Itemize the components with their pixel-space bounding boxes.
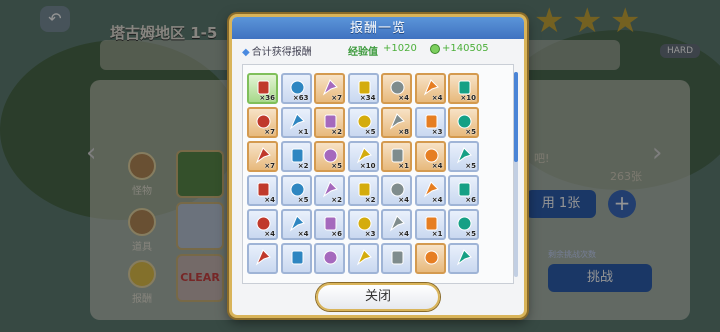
reward-item[interactable]: ×5 — [347, 107, 379, 138]
item-quantity: ×8 — [398, 128, 409, 136]
item-quantity: ×3 — [431, 128, 443, 136]
reward-item[interactable] — [414, 243, 446, 274]
reward-item[interactable]: ×7 — [247, 107, 278, 138]
item-quantity: ×2 — [331, 128, 342, 136]
reward-item[interactable]: ×36 — [247, 73, 278, 104]
reward-item[interactable] — [247, 243, 278, 274]
reward-item[interactable]: ×4 — [414, 141, 446, 172]
item-icon — [323, 250, 338, 265]
reward-item[interactable]: ×3 — [414, 107, 446, 138]
coin-value: +140505 — [442, 43, 489, 54]
reward-item[interactable]: ×63 — [280, 73, 312, 104]
diamond-bullet-icon: ◆ — [242, 47, 250, 58]
item-icon — [424, 250, 438, 265]
item-quantity: ×5 — [465, 162, 476, 170]
reward-item[interactable]: ×5 — [448, 209, 479, 240]
item-quantity: ×6 — [331, 230, 342, 238]
item-quantity: ×10 — [460, 94, 476, 102]
item-quantity: ×7 — [331, 94, 342, 102]
item-icon — [391, 250, 404, 265]
item-quantity: ×1 — [398, 162, 409, 170]
item-quantity: ×10 — [359, 162, 376, 170]
item-icon — [291, 250, 303, 265]
reward-item[interactable]: ×4 — [381, 175, 412, 206]
reward-item[interactable]: ×10 — [347, 141, 379, 172]
item-quantity: ×7 — [264, 162, 275, 170]
item-quantity: ×2 — [297, 162, 309, 170]
item-quantity: ×36 — [259, 94, 275, 102]
dialog-header: 报酬一览 — [232, 17, 524, 39]
reward-item[interactable]: ×4 — [381, 73, 412, 104]
reward-item[interactable]: ×5 — [314, 141, 345, 172]
reward-item[interactable]: ×4 — [280, 209, 312, 240]
reward-item[interactable]: ×8 — [381, 107, 412, 138]
item-quantity: ×4 — [431, 162, 443, 170]
reward-item[interactable]: ×2 — [280, 141, 312, 172]
reward-item[interactable]: ×4 — [381, 209, 412, 240]
scrollbar-thumb[interactable] — [514, 72, 518, 162]
item-quantity: ×4 — [398, 94, 409, 102]
reward-item[interactable]: ×4 — [414, 175, 446, 206]
reward-item[interactable]: ×4 — [247, 175, 278, 206]
item-quantity: ×1 — [431, 230, 443, 238]
reward-item[interactable]: ×7 — [314, 73, 345, 104]
summary-label: ◆ 合计获得报酬 — [242, 47, 312, 58]
item-quantity: ×2 — [331, 196, 342, 204]
item-quantity: ×4 — [264, 230, 275, 238]
reward-item[interactable]: ×6 — [314, 209, 345, 240]
reward-item[interactable] — [448, 243, 479, 274]
exp-label: 经验值 — [348, 47, 378, 58]
reward-item[interactable]: ×34 — [347, 73, 379, 104]
item-quantity: ×7 — [264, 128, 275, 136]
item-icon — [456, 249, 472, 266]
reward-item[interactable] — [347, 243, 379, 274]
item-quantity: ×4 — [398, 196, 409, 204]
item-quantity: ×4 — [297, 230, 309, 238]
rewards-scrollbar[interactable] — [514, 72, 518, 277]
reward-item[interactable]: ×3 — [347, 209, 379, 240]
reward-item[interactable]: ×2 — [314, 175, 345, 206]
reward-item[interactable] — [280, 243, 312, 274]
item-quantity: ×5 — [297, 196, 309, 204]
item-quantity: ×5 — [465, 230, 476, 238]
item-quantity: ×4 — [431, 196, 443, 204]
item-quantity: ×5 — [364, 128, 376, 136]
reward-item[interactable]: ×10 — [448, 73, 479, 104]
item-quantity: ×1 — [297, 128, 309, 136]
item-quantity: ×5 — [331, 162, 342, 170]
rewards-summary: ◆ 合计获得报酬 经验值 +1020 +140505 — [242, 43, 514, 59]
item-quantity: ×3 — [364, 230, 376, 238]
reward-item[interactable] — [314, 243, 345, 274]
item-quantity: ×4 — [398, 230, 409, 238]
exp-value: +1020 — [383, 43, 417, 54]
reward-item[interactable] — [381, 243, 412, 274]
reward-item[interactable]: ×5 — [448, 107, 479, 138]
item-quantity: ×2 — [364, 196, 376, 204]
reward-item[interactable]: ×7 — [247, 141, 278, 172]
close-button[interactable]: 关闭 — [316, 283, 440, 311]
reward-item[interactable]: ×5 — [280, 175, 312, 206]
reward-item[interactable]: ×4 — [414, 73, 446, 104]
reward-item[interactable]: ×1 — [414, 209, 446, 240]
item-quantity: ×4 — [431, 94, 443, 102]
reward-item[interactable]: ×2 — [314, 107, 345, 138]
reward-item[interactable]: ×6 — [448, 175, 479, 206]
reward-item[interactable]: ×1 — [280, 107, 312, 138]
item-quantity: ×5 — [465, 128, 476, 136]
item-quantity: ×34 — [359, 94, 376, 102]
mana-coin-icon — [430, 44, 440, 54]
item-quantity: ×4 — [264, 196, 275, 204]
reward-item[interactable]: ×2 — [347, 175, 379, 206]
reward-item[interactable]: ×5 — [448, 141, 479, 172]
item-quantity: ×6 — [465, 196, 476, 204]
item-quantity: ×63 — [292, 94, 309, 102]
item-icon — [255, 249, 271, 266]
dialog-title: 报酬一览 — [349, 21, 406, 36]
item-icon — [356, 249, 372, 266]
rewards-dialog: 报酬一览 ◆ 合计获得报酬 经验值 +1020 +140505 ×36 ×63 ×7 ×… — [229, 14, 527, 318]
reward-item[interactable]: ×1 — [381, 141, 412, 172]
reward-item[interactable]: ×4 — [247, 209, 278, 240]
